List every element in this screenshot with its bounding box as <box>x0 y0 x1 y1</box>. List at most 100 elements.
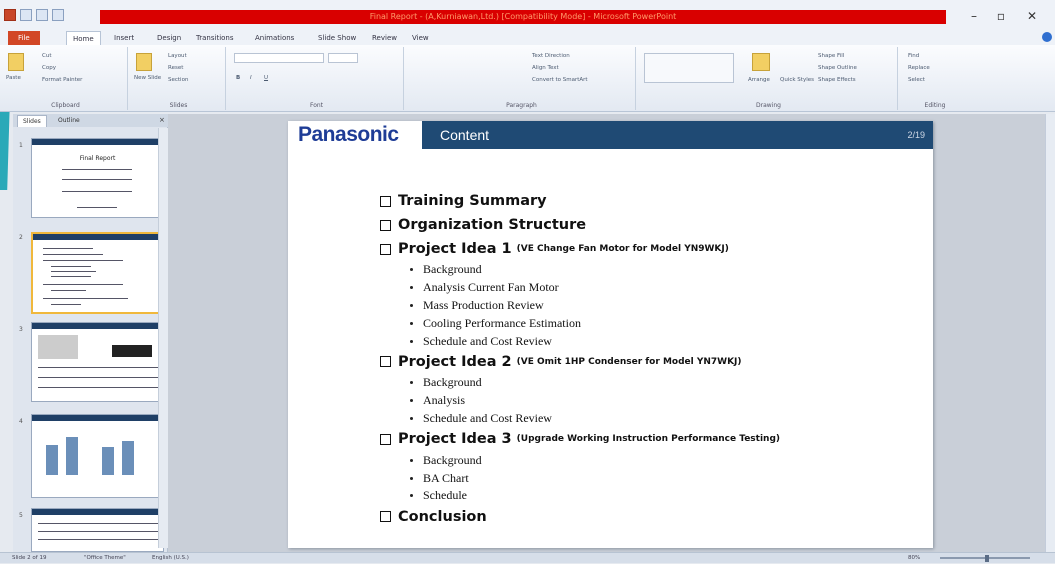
checkbox-icon <box>380 511 391 523</box>
slide-canvas[interactable]: Panasonic Content 2/19 Training Summary O… <box>288 121 933 548</box>
slide-header: Panasonic Content 2/19 <box>288 121 933 149</box>
tab-transitions[interactable]: Transitions <box>196 31 234 45</box>
slide-thumbnail-3[interactable] <box>31 322 164 402</box>
language[interactable]: English (U.S.) <box>152 553 189 564</box>
tab-outline[interactable]: Outline <box>53 115 85 127</box>
slides-pane-scrollbar[interactable] <box>158 128 168 548</box>
bullet-icon <box>410 399 413 403</box>
pane-tabs: Slides Outline × <box>13 114 168 127</box>
zoom-slider-handle[interactable] <box>985 555 989 562</box>
help-icon[interactable] <box>1042 32 1052 42</box>
slide-thumbnail-1[interactable]: Final Report <box>31 138 164 218</box>
thumb-number: 3 <box>19 326 23 333</box>
select-button[interactable]: Select <box>908 77 925 83</box>
close-button[interactable]: ✕ <box>1022 8 1042 24</box>
zoom-level[interactable]: 80% <box>908 553 920 564</box>
format-painter-button[interactable]: Format Painter <box>42 77 82 83</box>
quick-styles-button[interactable]: Quick Styles <box>780 77 814 83</box>
redo-icon[interactable] <box>52 9 64 21</box>
new-slide-icon[interactable] <box>136 53 152 71</box>
slide-title: Content <box>440 127 490 143</box>
layout-button[interactable]: Layout <box>168 53 187 59</box>
shape-fill-button[interactable]: Shape Fill <box>818 53 844 59</box>
tab-design[interactable]: Design <box>157 31 181 45</box>
powerpoint-icon[interactable] <box>4 9 16 21</box>
tab-home[interactable]: Home <box>66 31 101 45</box>
tab-animations[interactable]: Animations <box>255 31 294 45</box>
shape-effects-button[interactable]: Shape Effects <box>818 77 856 83</box>
slide-thumbnail-2[interactable] <box>31 232 164 314</box>
italic-button[interactable]: I <box>250 75 252 81</box>
thumb-line <box>51 276 91 277</box>
group-drawing: Arrange Quick Styles Shape Fill Shape Ou… <box>640 47 898 110</box>
thumb-line <box>51 290 86 291</box>
quick-access-toolbar <box>4 9 64 23</box>
thumb-chart-bar <box>122 441 134 475</box>
tab-review[interactable]: Review <box>372 31 397 45</box>
slide-thumbnail-4[interactable] <box>31 414 164 498</box>
thumb-header <box>33 234 162 240</box>
bullet-item: Schedule <box>380 487 920 505</box>
main-item-subtitle: (Upgrade Working Instruction Performance… <box>516 434 781 445</box>
font-name-field[interactable] <box>234 53 324 63</box>
thumb-number: 4 <box>19 418 23 425</box>
find-button[interactable]: Find <box>908 53 919 59</box>
shapes-gallery[interactable] <box>644 53 734 83</box>
tab-insert[interactable]: Insert <box>114 31 134 45</box>
group-label-paragraph: Paragraph <box>506 102 537 109</box>
bullet-item: Background <box>380 374 920 392</box>
undo-icon[interactable] <box>36 9 48 21</box>
main-item: Organization Structure <box>380 213 920 237</box>
thumb-header <box>32 415 163 421</box>
section-button[interactable]: Section <box>168 77 188 83</box>
main-item-text: Conclusion <box>398 508 487 525</box>
bullet-icon <box>410 321 413 325</box>
slide-thumbnail-5[interactable] <box>31 508 164 552</box>
reset-button[interactable]: Reset <box>168 65 183 71</box>
main-item-text: Project Idea 2 <box>398 353 512 370</box>
font-size-field[interactable] <box>328 53 358 63</box>
thumb-header <box>32 323 163 329</box>
maximize-button[interactable]: ▫ <box>991 8 1011 24</box>
group-clipboard: Paste Cut Copy Format Painter Clipboard <box>4 47 128 110</box>
convert-smartart-button[interactable]: Convert to SmartArt <box>532 77 588 83</box>
bullet-icon <box>410 339 413 343</box>
bullet-icon <box>410 476 413 480</box>
bullet-icon <box>410 381 413 385</box>
close-pane-icon[interactable]: × <box>159 116 165 124</box>
arrange-icon[interactable] <box>752 53 770 71</box>
bold-button[interactable]: B <box>236 75 240 81</box>
arrange-button[interactable]: Arrange <box>748 77 770 83</box>
ribbon: Paste Cut Copy Format Painter Clipboard … <box>0 45 1055 112</box>
new-slide-button[interactable]: New Slide <box>134 75 161 81</box>
bullet-item-text: Schedule and Cost Review <box>423 410 552 425</box>
paste-button[interactable]: Paste <box>6 75 21 81</box>
bullet-icon <box>410 286 413 290</box>
tab-view[interactable]: View <box>412 31 429 45</box>
checkbox-icon <box>380 433 391 445</box>
main-item-subtitle: (VE Omit 1HP Condenser for Model YN7WKJ) <box>516 356 742 367</box>
shape-outline-button[interactable]: Shape Outline <box>818 65 857 71</box>
paste-icon[interactable] <box>8 53 24 71</box>
copy-button[interactable]: Copy <box>42 65 56 71</box>
underline-button[interactable]: U <box>264 75 268 81</box>
thumb-line <box>38 531 158 532</box>
cut-button[interactable]: Cut <box>42 53 51 59</box>
group-label-clipboard: Clipboard <box>51 102 80 109</box>
thumb-line <box>51 304 81 305</box>
main-item: Project Idea 1 (VE Change Fan Motor for M… <box>380 237 920 261</box>
vertical-scrollbar[interactable] <box>1045 114 1055 552</box>
align-text-button[interactable]: Align Text <box>532 65 559 71</box>
thumb-header <box>32 509 163 515</box>
bullet-icon <box>410 416 413 420</box>
main-item: Training Summary <box>380 189 920 213</box>
save-icon[interactable] <box>20 9 32 21</box>
replace-button[interactable]: Replace <box>908 65 930 71</box>
tab-slide-show[interactable]: Slide Show <box>318 31 356 45</box>
header-band: Content 2/19 <box>422 121 933 149</box>
tab-file[interactable]: File <box>8 31 40 45</box>
text-direction-button[interactable]: Text Direction <box>532 53 570 59</box>
group-font: B I U Font <box>230 47 404 110</box>
minimize-button[interactable]: – <box>964 8 984 24</box>
tab-slides[interactable]: Slides <box>17 115 47 127</box>
